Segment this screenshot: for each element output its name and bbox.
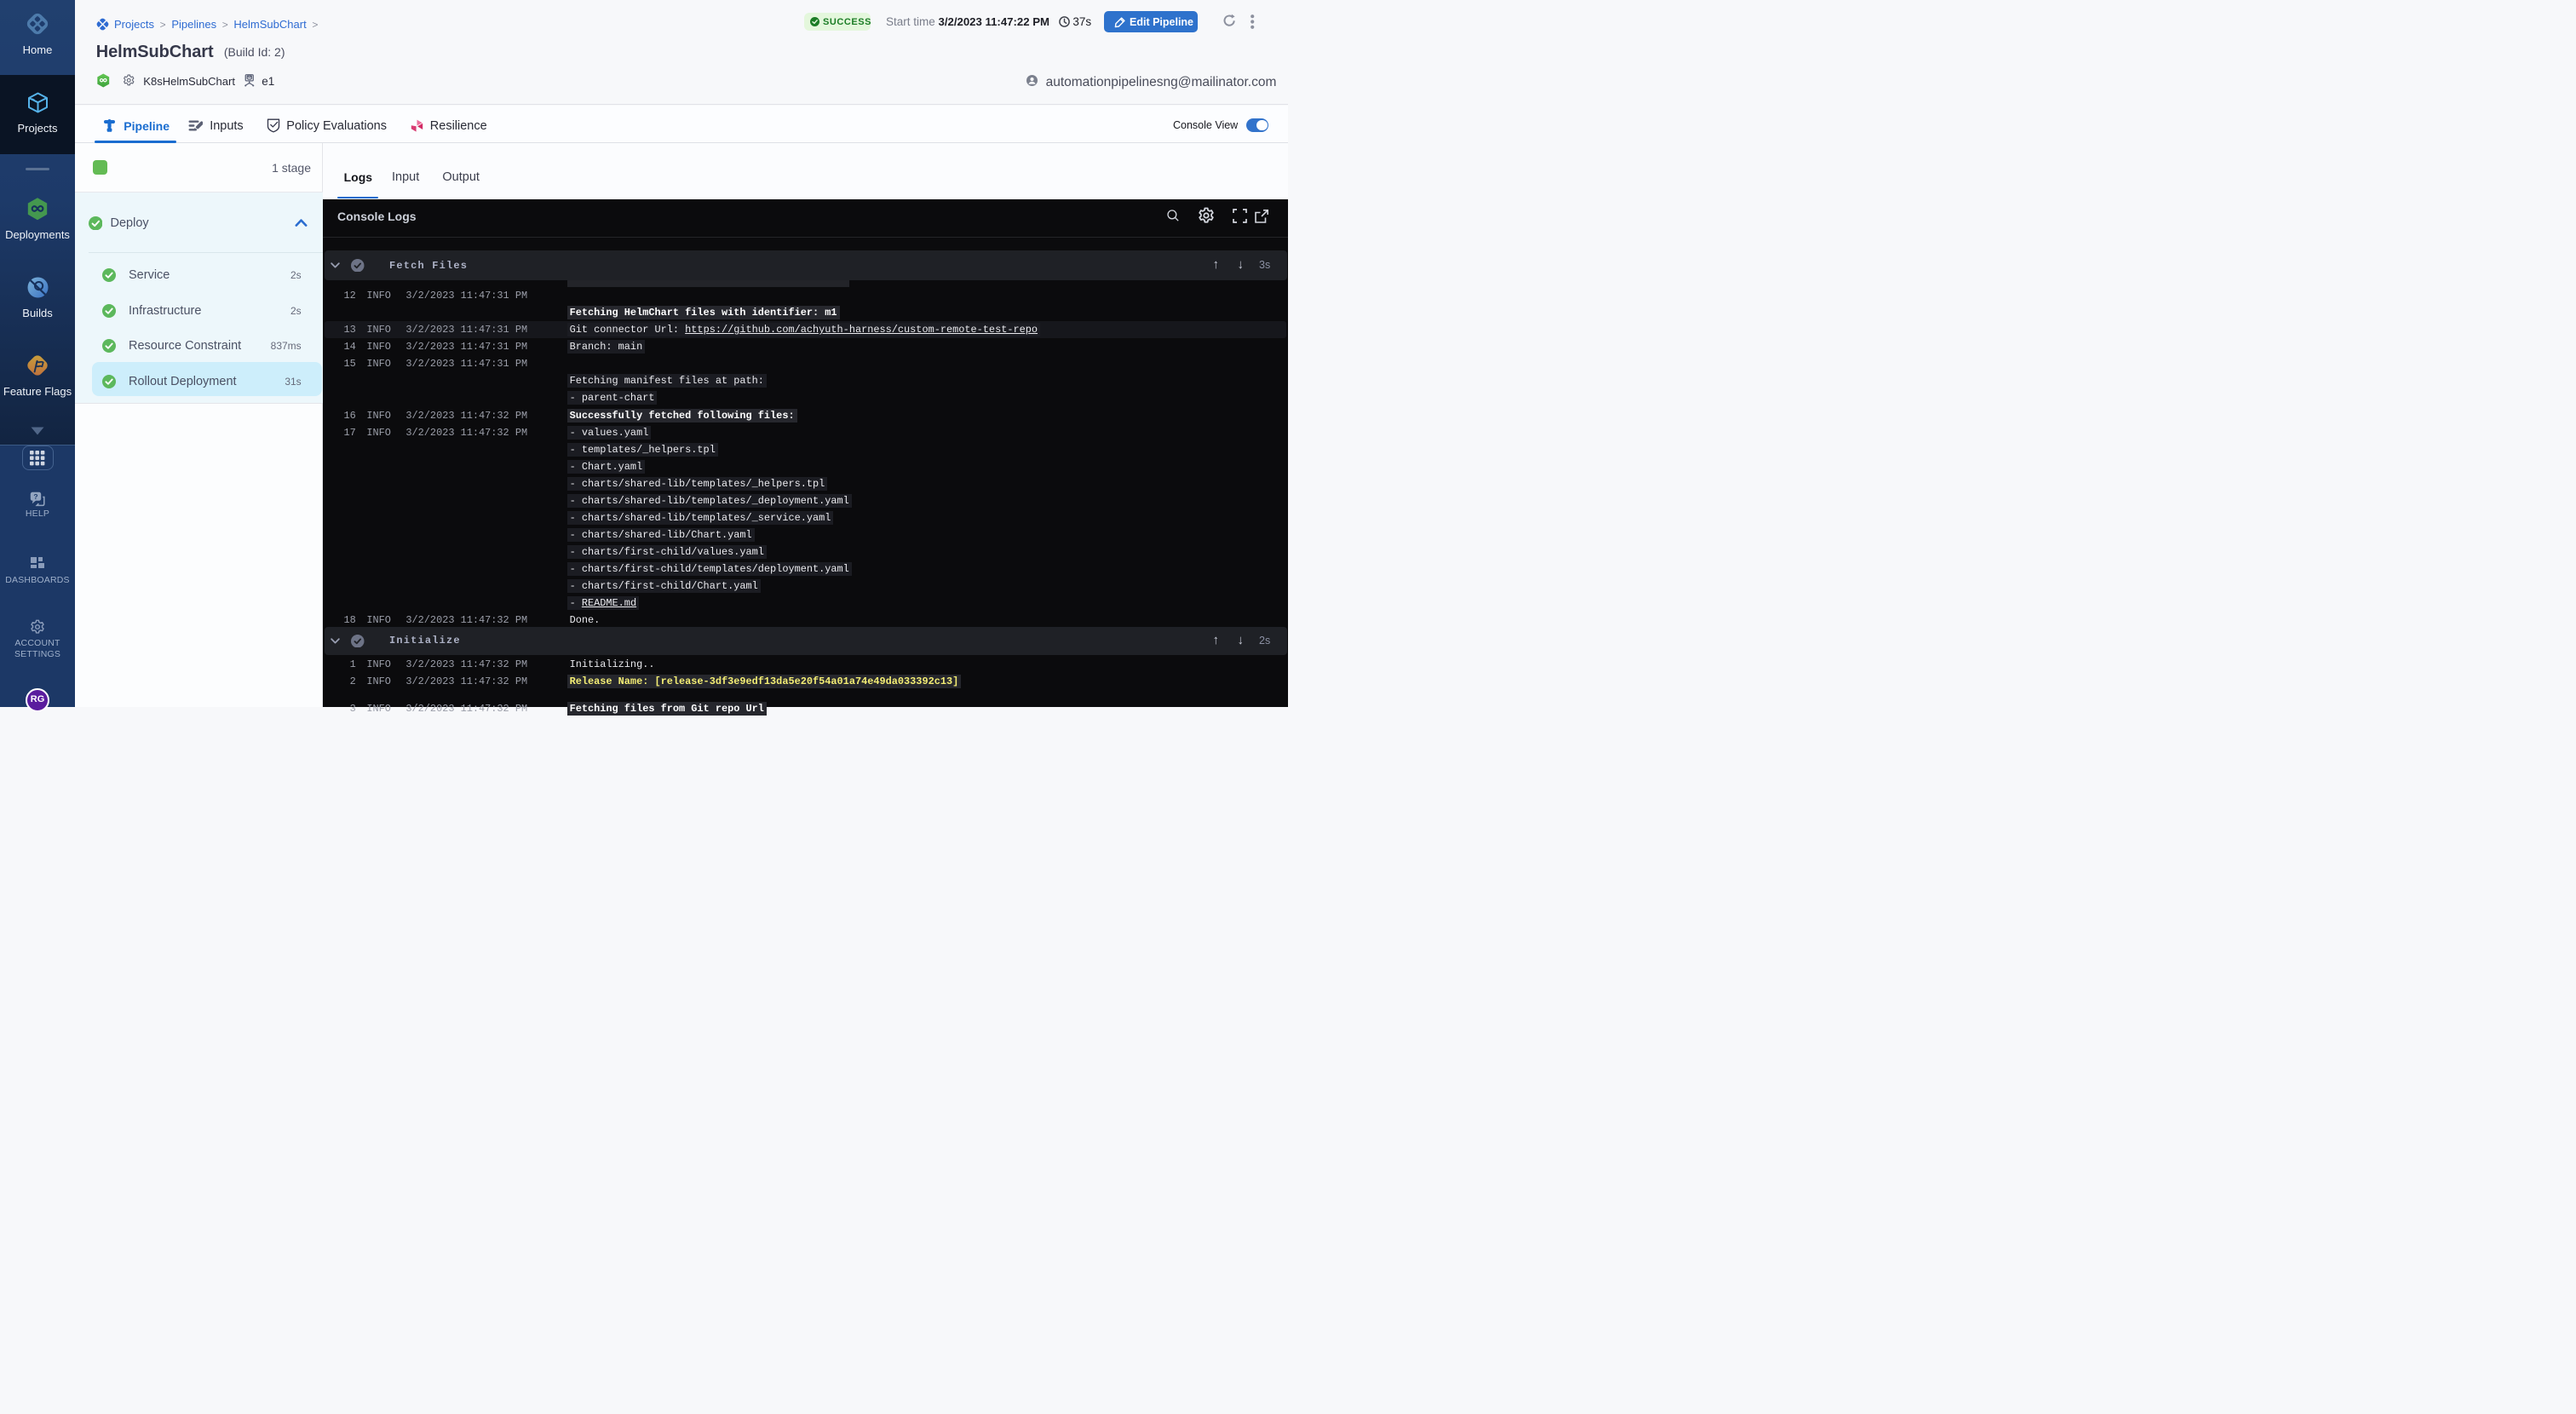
svg-text:?: ?	[33, 492, 37, 501]
